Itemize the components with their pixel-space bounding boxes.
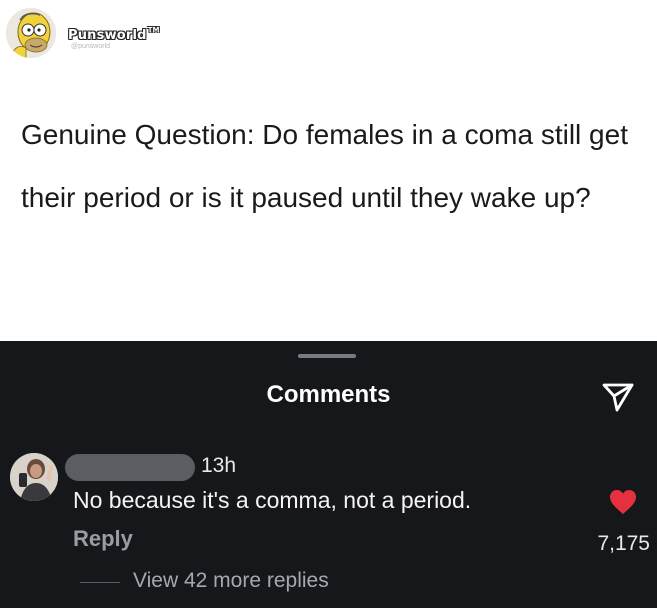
post-author[interactable]: PunsworldTM @punsworld <box>68 26 159 50</box>
person-photo-icon <box>10 453 58 501</box>
post-text: Genuine Question: Do females in a coma s… <box>21 119 628 213</box>
drag-handle[interactable] <box>298 354 356 358</box>
comment-timestamp: 13h <box>201 454 237 477</box>
post-card: PunsworldTM @punsworld Genuine Question:… <box>0 0 657 341</box>
commenter-avatar[interactable] <box>10 453 58 501</box>
comments-title: Comments <box>266 381 391 408</box>
author-name[interactable]: Punsworld <box>68 28 147 43</box>
replies-divider <box>80 582 120 583</box>
redacted-username[interactable] <box>65 454 195 481</box>
avatar[interactable] <box>6 8 56 58</box>
reply-button[interactable]: Reply <box>73 526 133 552</box>
heart-icon[interactable] <box>609 489 637 515</box>
author-trademark: TM <box>147 26 160 34</box>
cartoon-character-avatar-icon <box>6 8 56 58</box>
comments-panel: Comments 13h No because it's a comma, no… <box>0 341 657 608</box>
comment-text: No because it's a comma, not a period. <box>73 487 472 513</box>
send-icon[interactable] <box>600 379 636 415</box>
like-count: 7,175 <box>597 532 650 555</box>
view-more-replies-button[interactable]: View 42 more replies <box>133 569 329 593</box>
author-handle: @punsworld <box>71 43 111 50</box>
